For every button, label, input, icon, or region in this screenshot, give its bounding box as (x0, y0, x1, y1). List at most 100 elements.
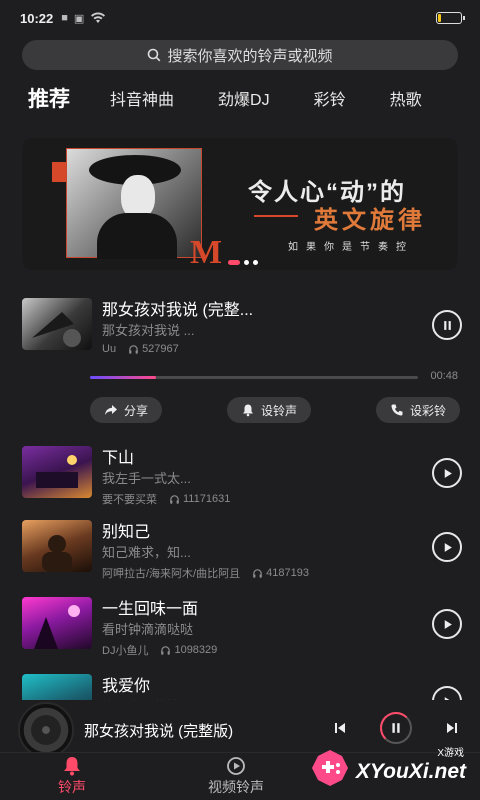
watermark-text: XYouXi.net (355, 760, 466, 783)
play-icon (444, 542, 452, 552)
mini-player-disc[interactable] (18, 702, 74, 758)
previous-icon (335, 723, 345, 733)
pause-icon (443, 320, 451, 330)
song-progress: 00:48 (90, 370, 460, 386)
song-artist: 要不要买菜 (102, 494, 157, 506)
song-thumbnail (22, 298, 92, 350)
status-time: 10:22 (20, 10, 54, 26)
progress-fill (90, 376, 156, 379)
bell-icon (242, 404, 253, 417)
pause-icon (392, 723, 400, 733)
song-meta: DJ小鱼儿 1098329 (102, 642, 217, 658)
song-title: 那女孩对我说 (完整... (102, 302, 254, 319)
song-plays: 527967 (128, 343, 179, 355)
banner-tagline: 如果你是节奏控 (288, 242, 414, 253)
tab-dj[interactable]: 劲爆DJ (218, 86, 270, 110)
play-button[interactable] (432, 609, 462, 639)
search-bar[interactable]: 搜索你喜欢的铃声或视频 (22, 40, 458, 70)
song-plays-count: 11171631 (183, 493, 231, 505)
song-plays-count: 4187193 (266, 567, 309, 579)
song-thumbnail (22, 446, 92, 498)
banner-subheadline: 英文旋律 (314, 207, 426, 234)
tab-color-ring[interactable]: 彩铃 (314, 86, 346, 110)
nav-ringtone-label: 铃声 (58, 779, 86, 795)
song-meta: Uu 527967 (102, 343, 179, 355)
song-subtitle: 那女孩对我说 ... (102, 323, 195, 338)
gamepad-logo-icon (312, 750, 348, 786)
status-icons: ■ ▣ (61, 12, 106, 25)
song-row-now-playing[interactable]: 那女孩对我说 (完整... 那女孩对我说 ... Uu 527967 (22, 298, 462, 362)
song-artist: DJ小鱼儿 (102, 645, 149, 657)
site-watermark: X游戏 XYouXi.net (306, 736, 476, 796)
song-meta: 阿呷拉古/海来阿木/曲比阿且 4187193 (102, 565, 309, 581)
nav-ringtone[interactable]: 铃声 (58, 755, 86, 797)
carousel-dot (244, 260, 249, 265)
song-plays: 4187193 (252, 567, 309, 579)
banner-photo (66, 148, 202, 259)
tab-douyin-hits[interactable]: 抖音神曲 (110, 86, 174, 110)
list-item[interactable]: 一生回味一面 看时钟滴滴哒哒 DJ小鱼儿 1098329 (22, 597, 462, 661)
headphones-icon (129, 344, 138, 354)
play-icon (444, 619, 452, 629)
carousel-dot-active (228, 260, 240, 265)
carousel-dot (253, 260, 258, 265)
set-ringtone-label: 设铃声 (260, 403, 297, 418)
list-item[interactable]: 别知己 知己难求，知... 阿呷拉古/海来阿木/曲比阿且 4187193 (22, 520, 462, 584)
banner-logo-letter: M (190, 234, 223, 270)
tab-hot-songs[interactable]: 热歌 (390, 86, 422, 110)
song-title: 我爱你 (102, 678, 151, 695)
video-ringtone-icon (227, 757, 245, 775)
set-color-ring-button[interactable]: 设彩铃 (375, 397, 460, 423)
song-plays-count: 1098329 (174, 644, 218, 656)
share-button[interactable]: 分享 (90, 397, 163, 423)
battery-icon (436, 12, 465, 24)
song-plays: 11171631 (169, 493, 230, 505)
song-title: 下山 (102, 450, 135, 467)
song-meta: 要不要买菜 11171631 (102, 491, 230, 507)
song-plays-count: 527967 (142, 343, 179, 355)
search-icon (148, 48, 161, 62)
song-actions: 分享 设铃声 设彩铃 (90, 397, 460, 423)
nav-video-ringtone-label: 视频铃声 (208, 779, 264, 795)
share-label: 分享 (124, 403, 149, 418)
set-color-ring-label: 设彩铃 (409, 403, 446, 418)
status-bar: 10:22 ■ ▣ (0, 0, 480, 36)
tab-recommend[interactable]: 推荐 (28, 83, 70, 113)
play-icon (444, 468, 452, 478)
battery-fill (438, 14, 441, 22)
song-title: 别知己 (102, 524, 151, 541)
search-placeholder: 搜索你喜欢的铃声或视频 (167, 47, 333, 65)
song-artist: Uu (102, 343, 117, 355)
phone-icon (391, 404, 403, 416)
notification-dot-icon: ■ (61, 12, 68, 24)
progress-track[interactable] (90, 376, 418, 379)
previous-button[interactable] (330, 718, 350, 738)
headphones-icon (253, 568, 262, 578)
banner-divider (254, 215, 298, 217)
bell-icon (64, 757, 80, 776)
app-badge-icon: ▣ (73, 12, 85, 25)
watermark-tag: X游戏 (437, 748, 464, 759)
list-item[interactable]: 下山 我左手一式太... 要不要买菜 11171631 (22, 446, 462, 510)
song-artist: 阿呷拉古/海来阿木/曲比阿且 (102, 568, 241, 580)
song-thumbnail (22, 597, 92, 649)
carousel-indicator (228, 260, 258, 265)
set-ringtone-button[interactable]: 设铃声 (226, 397, 311, 423)
play-button[interactable] (432, 458, 462, 488)
headphones-icon (161, 645, 171, 655)
promo-banner[interactable]: M 令人心“动”的 英文旋律 如果你是节奏控 (22, 138, 458, 270)
mini-player-title: 那女孩对我说 (完整版) (84, 723, 234, 740)
headphones-icon (170, 494, 179, 504)
nav-video-ringtone[interactable]: 视频铃声 (208, 755, 264, 797)
song-thumbnail (22, 520, 92, 572)
next-button[interactable] (442, 718, 462, 738)
next-icon (447, 723, 457, 733)
play-button[interactable] (432, 532, 462, 562)
progress-time: 00:48 (430, 370, 458, 382)
pause-button[interactable] (432, 310, 462, 340)
song-subtitle: 看时钟滴滴哒哒 (102, 622, 194, 637)
song-plays: 1098329 (160, 644, 217, 656)
song-subtitle: 我左手一式太... (102, 471, 191, 486)
share-icon (105, 405, 117, 415)
wifi-icon (91, 12, 106, 23)
